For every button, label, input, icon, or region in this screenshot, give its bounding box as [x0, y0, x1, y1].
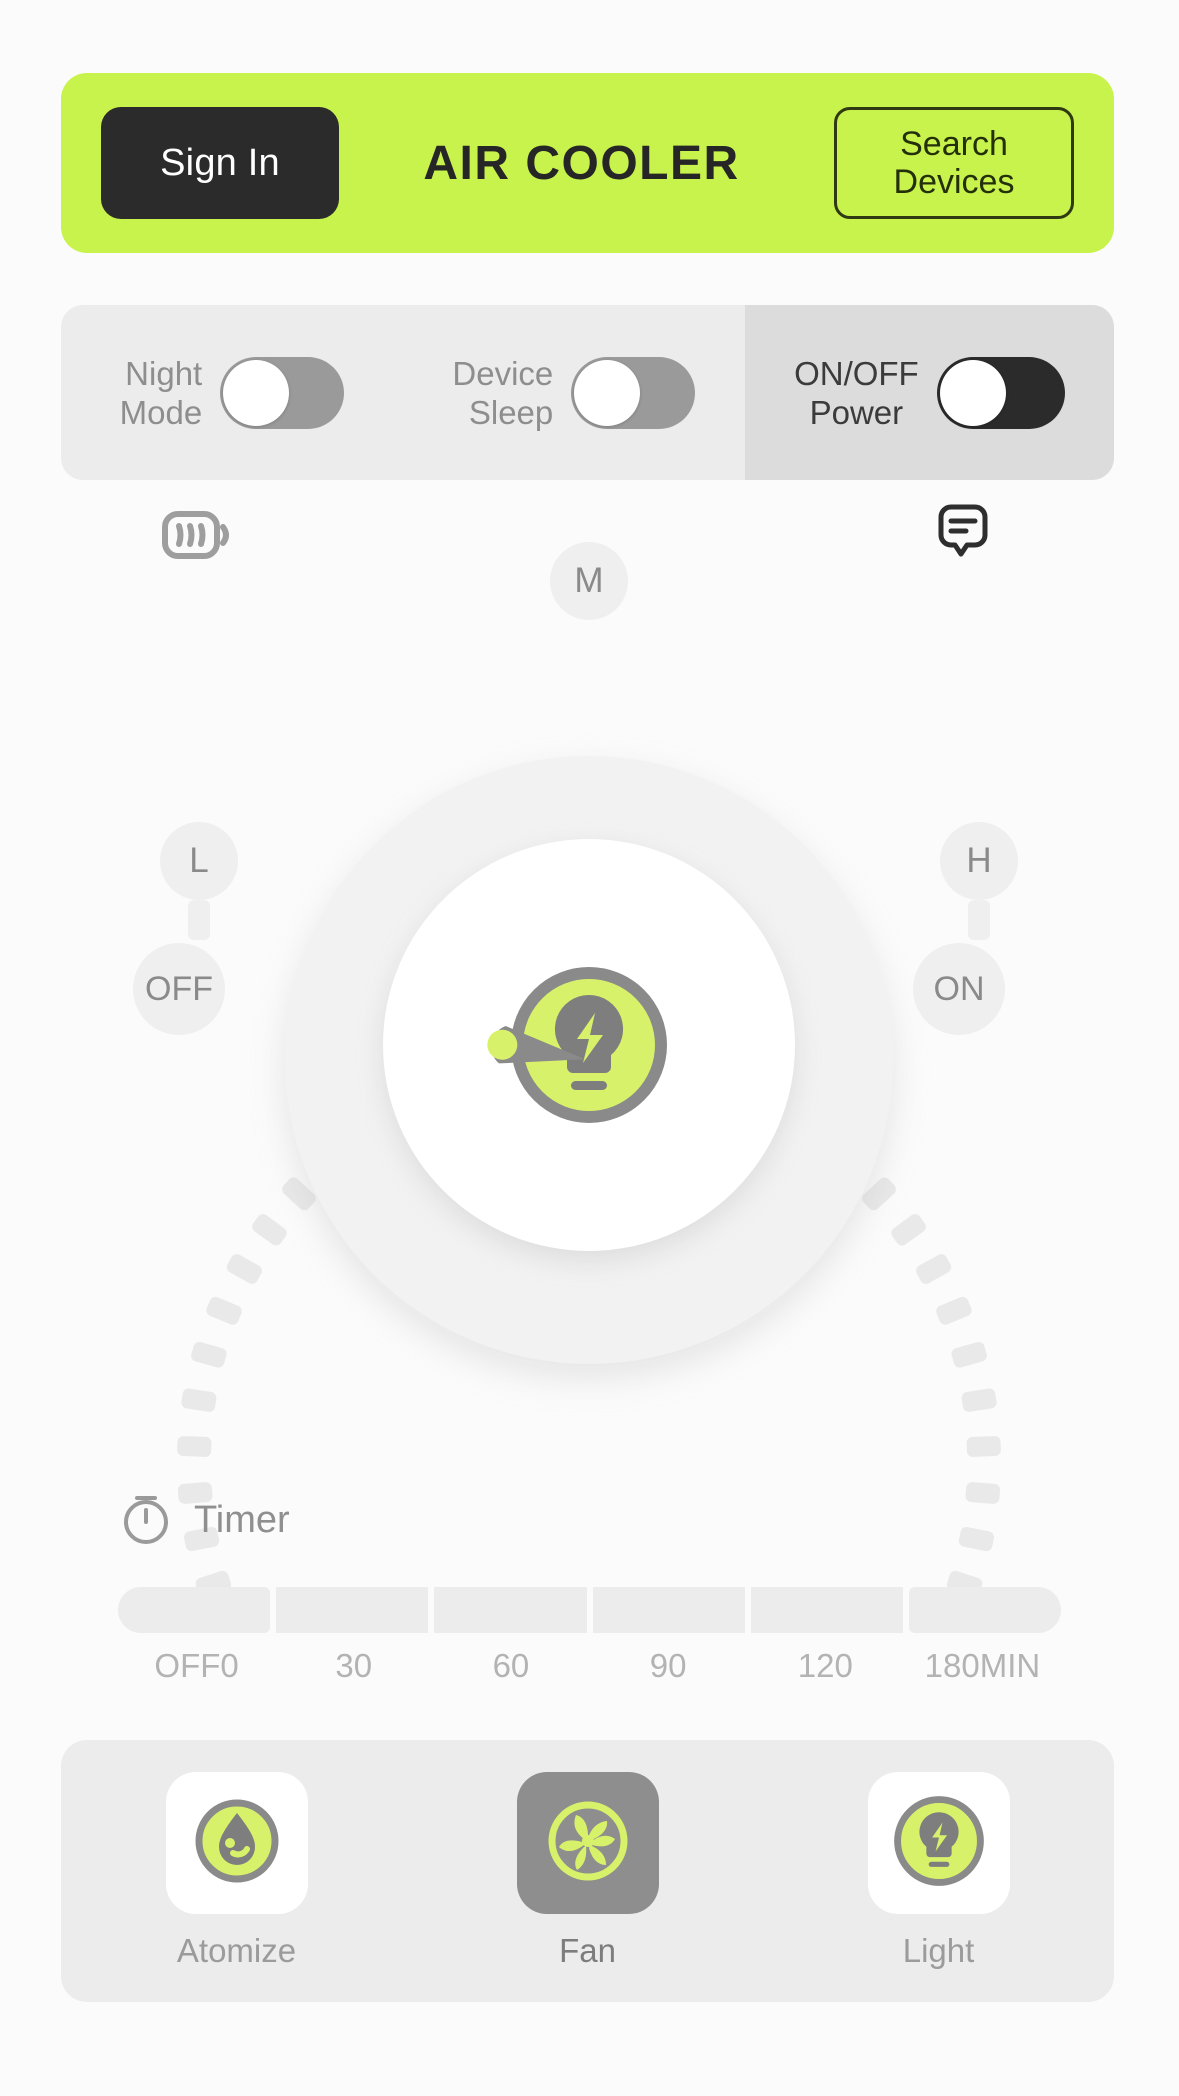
night-mode-label-line1: Night	[125, 354, 203, 392]
page-title: AIR COOLER	[423, 136, 740, 190]
dial-tick	[249, 1211, 290, 1248]
timer-segment-label: 120	[797, 1647, 853, 1684]
dial-badge-H[interactable]: H	[940, 822, 1018, 900]
search-devices-button[interactable]: Search Devices	[834, 107, 1074, 219]
dial-connector-right	[968, 900, 990, 940]
speed-dial[interactable]: L M H OFF ON	[0, 542, 1179, 1599]
tab-fan-label: Fan	[559, 1932, 616, 1969]
tab-light-label: Light	[902, 1932, 975, 1969]
timer-header: Timer	[118, 1490, 1179, 1551]
lightbulb-bolt-icon	[893, 1795, 985, 1892]
timer-segment-label: 30	[335, 1647, 373, 1684]
dial-tick	[950, 1340, 989, 1370]
stopwatch-icon	[118, 1490, 174, 1551]
power-switch[interactable]	[936, 356, 1065, 429]
timer-segment-label: OFF0	[154, 1647, 239, 1684]
tab-fan-tile[interactable]	[516, 1772, 659, 1914]
dial-connector-left	[188, 900, 210, 940]
dial-tick	[966, 1435, 1002, 1458]
dial-tick	[960, 1387, 998, 1413]
dial-badge-L[interactable]: L	[160, 822, 238, 900]
night-mode-label-line2: Mode	[119, 393, 203, 431]
timer-section: Timer OFF0 30 60 90 120 180MIN	[0, 1490, 1179, 1685]
timer-segment[interactable]	[434, 1587, 587, 1633]
tab-light[interactable]: Light	[867, 1772, 1010, 1970]
toggle-panel: Night Mode Device Sleep ON/OFF Power	[61, 305, 1114, 480]
device-sleep-label: Device Sleep	[452, 354, 553, 432]
timer-segment[interactable]	[276, 1587, 429, 1633]
dial-tick	[204, 1295, 244, 1327]
power-label: ON/OFF Power	[794, 354, 919, 432]
app-screen: Sign In AIR COOLER Search Devices Night …	[0, 0, 1179, 2096]
search-devices-label-line2: Devices	[893, 163, 1015, 201]
toggle-cell-night-mode[interactable]: Night Mode	[61, 305, 403, 480]
toggle-cell-device-sleep[interactable]: Device Sleep	[403, 305, 745, 480]
battery-icon[interactable]	[161, 506, 233, 569]
dial-tick	[934, 1295, 974, 1327]
tab-atomize[interactable]: Atomize	[165, 1772, 308, 1970]
dial-tick	[189, 1340, 228, 1370]
toggle-cell-power[interactable]: ON/OFF Power	[744, 305, 1114, 480]
timer-segment-label: 90	[649, 1647, 687, 1684]
sign-in-button[interactable]: Sign In	[101, 107, 339, 219]
dial-tick	[224, 1251, 265, 1287]
fan-turbine-icon	[542, 1795, 634, 1892]
tab-atomize-label: Atomize	[176, 1932, 297, 1969]
dial-badge-off[interactable]: OFF	[133, 943, 225, 1035]
app-header: Sign In AIR COOLER Search Devices	[61, 73, 1114, 253]
timer-segment[interactable]	[750, 1587, 903, 1633]
night-mode-switch-knob	[223, 359, 290, 426]
chat-bubble-icon[interactable]	[932, 504, 994, 571]
timer-segment[interactable]	[592, 1587, 745, 1633]
water-drop-icon	[191, 1795, 283, 1892]
power-switch-knob	[939, 359, 1006, 426]
mode-tabbar: Atomize Fan Light	[61, 1740, 1114, 2002]
night-mode-label: Night Mode	[120, 354, 203, 432]
dial-tick	[180, 1387, 218, 1413]
timer-segment-label: 180MIN	[924, 1647, 1041, 1684]
night-mode-switch[interactable]	[220, 356, 345, 429]
dial-badge-M[interactable]: M	[550, 542, 628, 620]
dial-tick	[888, 1211, 929, 1248]
device-sleep-label-line2: Sleep	[468, 393, 554, 431]
tab-atomize-tile[interactable]	[165, 1772, 308, 1914]
timer-segment-bar[interactable]	[118, 1587, 1062, 1633]
dial-tick	[176, 1435, 212, 1458]
device-sleep-switch[interactable]	[571, 356, 696, 429]
device-sleep-switch-knob	[574, 359, 641, 426]
tab-light-tile[interactable]	[867, 1772, 1010, 1914]
power-label-line1: ON/OFF	[794, 354, 919, 392]
timer-segment-label: 60	[492, 1647, 530, 1684]
power-label-line2: Power	[809, 393, 904, 431]
search-devices-label-line1: Search	[900, 125, 1008, 163]
timer-segment[interactable]	[118, 1587, 271, 1633]
dial-tick	[913, 1251, 954, 1287]
timer-label-row: OFF0 30 60 90 120 180MIN	[118, 1647, 1061, 1685]
dial-badge-on[interactable]: ON	[913, 943, 1005, 1035]
timer-title: Timer	[194, 1499, 290, 1541]
timer-segment[interactable]	[908, 1587, 1062, 1633]
device-sleep-label-line1: Device	[452, 354, 554, 392]
tab-fan[interactable]: Fan	[516, 1772, 659, 1970]
